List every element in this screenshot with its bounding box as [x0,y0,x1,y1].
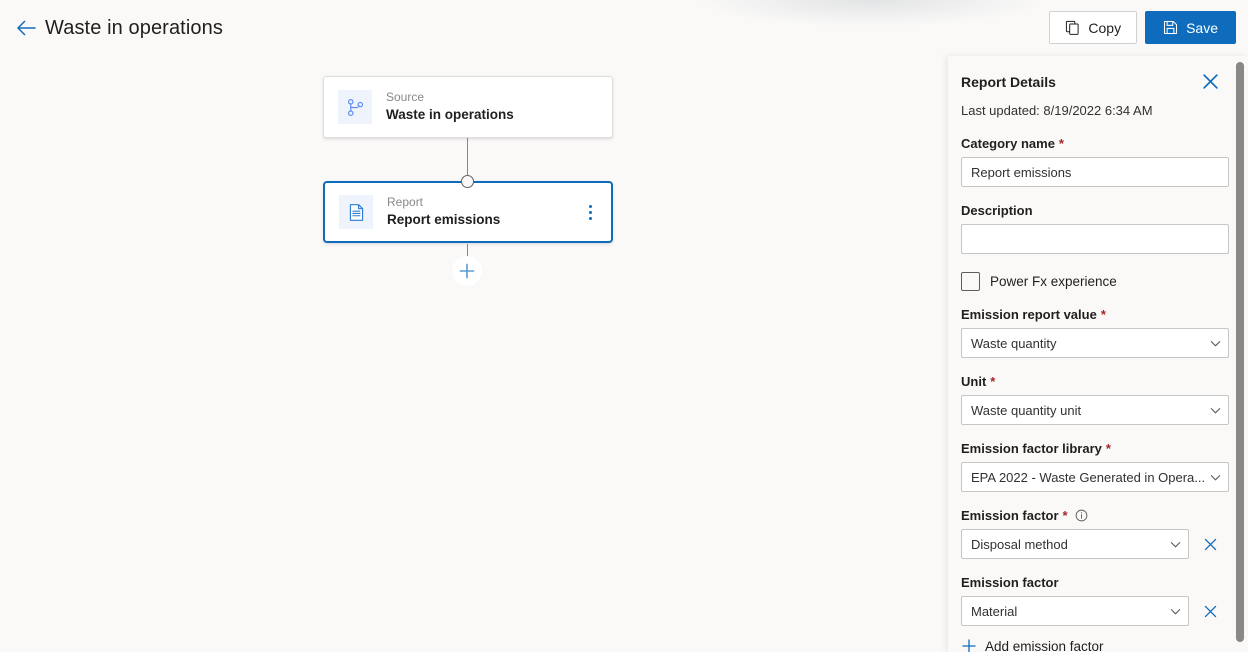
panel-title: Report Details [961,74,1056,90]
branch-fork-icon-wrap [338,90,372,124]
info-icon[interactable] [1075,509,1088,522]
emission-factor-1-label: Emission factor * [961,507,1221,524]
more-dot [588,204,592,208]
emission-factor-1-dropdown[interactable]: Disposal method [961,529,1189,559]
description-label: Description [961,202,1221,219]
emission-factor-2-clear-button[interactable] [1199,600,1221,622]
flow-node-source-kind: Source [386,90,425,104]
power-fx-checkbox-row[interactable]: Power Fx experience [961,272,1221,291]
panel-scrollbar[interactable] [1233,56,1247,652]
required-asterisk: * [1058,136,1064,151]
emission-factor-2-dropdown[interactable]: Material [961,596,1189,626]
panel-header: Report Details [961,72,1221,92]
required-asterisk: * [1105,441,1111,456]
emission-factor-library-dropdown[interactable]: EPA 2022 - Waste Generated in Opera... [961,462,1229,492]
power-fx-label: Power Fx experience [990,274,1117,289]
description-label-text: Description [961,203,1033,218]
chevron-down-icon [1209,404,1222,417]
app-header: Waste in operations Copy Save [0,0,1248,56]
add-emission-factor-button[interactable]: Add emission factor [961,638,1221,652]
flow-node-report-text: Report Report emissions [387,195,500,229]
chevron-down-icon [1209,337,1222,350]
copy-button-label: Copy [1088,19,1122,36]
last-updated-text: Last updated: 8/19/2022 6:34 AM [961,103,1153,118]
emission-report-value-selected: Waste quantity [971,335,1057,351]
more-dot [588,210,592,214]
back-button[interactable] [13,15,39,41]
emission-factor-library-label-text: Emission factor library [961,441,1102,456]
close-icon[interactable] [1199,70,1221,92]
unit-dropdown[interactable]: Waste quantity unit [961,395,1229,425]
flow-node-source-name: Waste in operations [386,107,514,122]
report-details-panel: Report Details Last updated: 8/19/2022 6… [948,56,1248,652]
document-report-icon [349,203,363,221]
emission-factor-2-label: Emission factor [961,574,1221,591]
emission-factor-2-selected: Material [971,603,1018,619]
emission-factor-1-row: Disposal method [961,529,1221,559]
flow-canvas[interactable]: Source Waste in operations Report Report… [0,56,948,652]
more-dot [588,216,592,220]
flow-node-report[interactable]: Report Report emissions [323,181,613,243]
chevron-down-icon [1209,471,1222,484]
flow-node-report-kind: Report [387,195,424,209]
emission-factor-2-label-text: Emission factor [961,575,1059,590]
header-shadow [700,0,1040,26]
add-emission-factor-label: Add emission factor [985,638,1104,652]
branch-fork-icon [347,98,363,116]
flow-node-report-name: Report emissions [387,212,501,227]
report-details-panel-content: Report Details Last updated: 8/19/2022 6… [948,56,1234,652]
clear-x-icon [1204,538,1216,550]
copy-icon [1066,20,1080,35]
emission-factor-library-label: Emission factor library * [961,440,1221,457]
clear-x-icon [1204,605,1216,617]
header-actions: Copy Save [1049,11,1236,44]
arrow-left-icon [17,20,36,36]
connector-dot-icon[interactable] [461,175,474,188]
save-button[interactable]: Save [1145,11,1236,44]
plus-icon [962,639,976,652]
flow-node-source[interactable]: Source Waste in operations [323,76,613,138]
page-title: Waste in operations [45,16,223,39]
power-fx-checkbox[interactable] [961,272,980,291]
category-name-input[interactable] [961,157,1229,187]
unit-selected: Waste quantity unit [971,402,1082,418]
close-icon-glyph [1202,73,1218,89]
copy-button[interactable]: Copy [1049,11,1138,44]
save-disk-icon [1164,20,1178,35]
unit-label: Unit * [961,373,1221,390]
category-name-label: Category name * [961,135,1221,152]
panel-scrollbar-thumb[interactable] [1236,62,1244,642]
document-report-icon-wrap [339,195,373,229]
add-node-button[interactable] [452,256,482,286]
required-asterisk: * [990,374,996,389]
emission-report-value-label-text: Emission report value [961,307,1097,322]
emission-report-value-label: Emission report value * [961,306,1221,323]
save-button-label: Save [1186,19,1218,36]
flow-node-source-text: Source Waste in operations [386,90,514,124]
emission-factor-library-selected: EPA 2022 - Waste Generated in Opera... [971,469,1206,485]
emission-factor-1-label-text: Emission factor [961,508,1059,523]
category-name-label-text: Category name [961,136,1055,151]
plus-icon [459,263,475,279]
emission-factor-1-selected: Disposal method [971,536,1068,552]
description-input[interactable] [961,224,1229,254]
emission-factor-2-row: Material [961,596,1221,626]
emission-report-value-dropdown[interactable]: Waste quantity [961,328,1229,358]
more-vertical-icon[interactable] [577,199,603,225]
unit-label-text: Unit [961,374,987,389]
required-asterisk: * [1062,508,1068,523]
chevron-down-icon [1169,605,1182,618]
emission-factor-1-clear-button[interactable] [1199,533,1221,555]
chevron-down-icon [1169,538,1182,551]
required-asterisk: * [1100,307,1106,322]
